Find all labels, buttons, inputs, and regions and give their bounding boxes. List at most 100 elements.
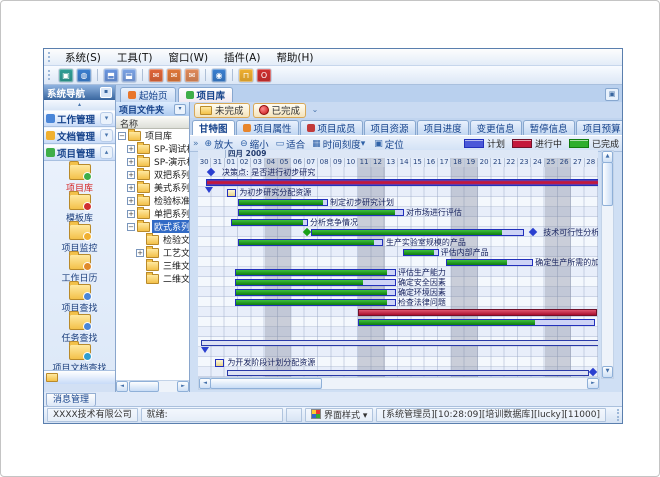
- sidebar-section-1[interactable]: 文档管理▾: [44, 127, 115, 144]
- message-management-tab[interactable]: 消息管理: [46, 393, 96, 407]
- tab-list-button[interactable]: ▣: [605, 88, 619, 101]
- milestone-icon[interactable]: [588, 368, 596, 376]
- planned-bar[interactable]: [201, 340, 598, 346]
- exit-icon[interactable]: O: [257, 69, 271, 82]
- milestone-done-icon[interactable]: [303, 228, 311, 236]
- lock-icon[interactable]: ⊓: [239, 69, 253, 82]
- scrollbar-thumb[interactable]: [129, 381, 159, 392]
- task-bar[interactable]: [311, 229, 524, 236]
- task-bar[interactable]: [358, 319, 595, 326]
- summary-bar[interactable]: [206, 179, 598, 186]
- ui-style-button[interactable]: 界面样式 ▾: [305, 408, 373, 422]
- sidebar-item-4[interactable]: 项目查找: [44, 281, 115, 311]
- task-bar[interactable]: [238, 239, 383, 246]
- tree-horizontal-scrollbar[interactable]: ◄ ►: [116, 380, 189, 392]
- tree-item-11[interactable]: 二维文件: [116, 272, 189, 285]
- expander-plus-icon[interactable]: +: [127, 145, 135, 153]
- filter-button-1[interactable]: 已完成: [253, 103, 307, 118]
- menu-item-1[interactable]: 工具(T): [109, 49, 161, 66]
- sidebar-section-2[interactable]: 项目管理▴: [44, 144, 115, 161]
- gantt-vertical-scrollbar[interactable]: ▲ ▼: [601, 150, 614, 379]
- task-note-icon[interactable]: [227, 189, 236, 197]
- scrollbar-thumb[interactable]: [210, 378, 322, 389]
- task-bar[interactable]: [231, 219, 308, 226]
- expander-plus-icon[interactable]: +: [127, 158, 135, 166]
- menu-item-3[interactable]: 插件(A): [216, 49, 268, 66]
- gantt-tab-4[interactable]: 项目进度: [417, 120, 469, 135]
- menu-item-2[interactable]: 窗口(W): [160, 49, 216, 66]
- planned-bar[interactable]: [227, 370, 589, 376]
- toolbar-overflow-icon[interactable]: »: [193, 139, 199, 149]
- milestone-icon[interactable]: [528, 228, 536, 236]
- chevron-down-icon[interactable]: ▾: [100, 129, 113, 142]
- sidebar-item-0[interactable]: 项目库: [44, 161, 115, 191]
- chevron-up-icon[interactable]: ▴: [100, 146, 113, 159]
- menubar-grip[interactable]: [48, 52, 53, 62]
- gantt-tab-5[interactable]: 变更信息: [470, 120, 522, 135]
- tree-item-1[interactable]: +SP-调试机系: [116, 142, 189, 155]
- tree-item-2[interactable]: +SP-演示机系: [116, 155, 189, 168]
- scrollbar-thumb[interactable]: [602, 162, 613, 206]
- doc-tab-0[interactable]: 起始页: [120, 87, 176, 102]
- sidebar-menu-icon[interactable]: ▪: [100, 87, 112, 98]
- sidebar-item-1[interactable]: 模板库: [44, 191, 115, 221]
- expander-plus-icon[interactable]: +: [136, 249, 144, 257]
- tree-item-4[interactable]: +美式系列: [116, 181, 189, 194]
- resize-grip[interactable]: [609, 409, 619, 421]
- gantt-tool-4[interactable]: ▣定位: [374, 137, 404, 151]
- menu-item-4[interactable]: 帮助(H): [268, 49, 321, 66]
- tree-item-8[interactable]: 检验文件: [116, 233, 189, 246]
- tree-item-10[interactable]: 三维文件: [116, 259, 189, 272]
- expander-minus-icon[interactable]: −: [127, 223, 135, 231]
- more-filters-button[interactable]: ⌄: [309, 104, 321, 116]
- sidebar-section-0[interactable]: 工作管理▾: [44, 110, 115, 127]
- task-note-icon[interactable]: [215, 359, 224, 367]
- expander-plus-icon[interactable]: +: [127, 184, 135, 192]
- task-bar[interactable]: [403, 249, 438, 256]
- notice-icon[interactable]: ✉: [185, 69, 199, 82]
- gantt-tool-3[interactable]: ▦时间刻度 ▾: [312, 137, 367, 151]
- sidebar-item-6[interactable]: 项目文档查找: [44, 341, 115, 371]
- tree-item-5[interactable]: +检验标准: [116, 194, 189, 207]
- gantt-tab-1[interactable]: 项目属性: [236, 120, 299, 135]
- scroll-right-icon[interactable]: ►: [177, 381, 189, 392]
- sidebar-item-2[interactable]: 项目监控: [44, 221, 115, 251]
- scroll-down-icon[interactable]: ▼: [602, 366, 613, 378]
- project-window-icon[interactable]: ⬓: [122, 69, 136, 82]
- sidebar-item-5[interactable]: 任务查找: [44, 311, 115, 341]
- start-page-icon[interactable]: ⬒: [104, 69, 118, 82]
- expander-plus-icon[interactable]: +: [127, 197, 135, 205]
- menu-item-0[interactable]: 系统(S): [57, 49, 109, 66]
- gantt-tab-7[interactable]: 项目预算: [576, 120, 622, 135]
- gantt-tab-3[interactable]: 项目资源: [364, 120, 416, 135]
- sidebar-bottom-section[interactable]: [44, 370, 115, 384]
- globe-icon[interactable]: ◍: [77, 69, 91, 82]
- expander-plus-icon[interactable]: +: [127, 210, 135, 218]
- expander-minus-icon[interactable]: −: [118, 132, 126, 140]
- filter-button-0[interactable]: 未完成: [194, 103, 250, 118]
- task-bar[interactable]: [235, 279, 396, 286]
- chevron-down-icon[interactable]: ▾: [100, 112, 113, 125]
- task-bar[interactable]: [235, 299, 396, 306]
- gantt-tab-2[interactable]: 项目成员: [300, 120, 363, 135]
- scroll-right-icon[interactable]: ►: [587, 378, 599, 389]
- gantt-horizontal-scrollbar[interactable]: ◄ ►: [198, 377, 600, 390]
- gantt-tab-0[interactable]: 甘特图: [192, 120, 235, 135]
- tree-item-9[interactable]: +工艺文件: [116, 246, 189, 259]
- help-icon[interactable]: ◉: [212, 69, 226, 82]
- task-bar[interactable]: [235, 289, 396, 296]
- task-bar[interactable]: [235, 269, 396, 276]
- sidebar-item-3[interactable]: 工作日历: [44, 251, 115, 281]
- tree-item-3[interactable]: +双把系列: [116, 168, 189, 181]
- pin-icon[interactable]: ▾: [174, 104, 186, 115]
- toolbar-grip[interactable]: [48, 70, 53, 80]
- system-icon[interactable]: ▣: [59, 69, 73, 82]
- gantt-tab-6[interactable]: 暂停信息: [523, 120, 575, 135]
- scroll-left-icon[interactable]: ◄: [116, 381, 128, 392]
- inprogress-bar[interactable]: ►: [358, 309, 597, 316]
- tree-item-6[interactable]: +单把系列: [116, 207, 189, 220]
- tree-item-0[interactable]: −项目库: [116, 129, 189, 142]
- tree-item-7[interactable]: −欧式系列: [116, 220, 189, 233]
- doc-tab-1[interactable]: 项目库: [178, 87, 234, 102]
- task-bar[interactable]: [238, 199, 328, 206]
